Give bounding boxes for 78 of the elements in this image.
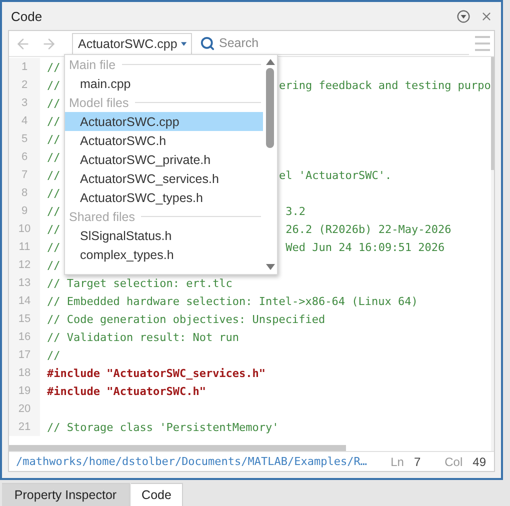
code-text: // xyxy=(47,60,60,74)
code-text: // xyxy=(47,222,60,236)
code-text: // xyxy=(47,114,60,128)
line-label: Ln xyxy=(390,454,404,468)
menu-item[interactable]: ActuatorSWC_types.h xyxy=(65,188,263,207)
code-text: // xyxy=(47,240,60,254)
code-text: #include "ActuatorSWC.h" xyxy=(47,384,206,398)
menu-item[interactable]: main.cpp xyxy=(65,74,263,93)
column-value: 49 xyxy=(472,454,486,468)
code-text: // xyxy=(47,168,60,182)
menu-icon[interactable] xyxy=(475,35,490,52)
search-icon[interactable] xyxy=(200,36,215,50)
code-text: // xyxy=(47,204,60,218)
code-text: // Validation result: Not run xyxy=(47,330,240,344)
file-dropdown[interactable]: ActuatorSWC.cpp xyxy=(72,32,192,54)
line-number: 5 xyxy=(9,130,40,148)
line-number: 17 xyxy=(9,346,40,364)
arrow-right-icon xyxy=(41,36,57,52)
line-number: 4 xyxy=(9,112,40,130)
line-number: 13 xyxy=(9,274,40,292)
code-text: // xyxy=(47,186,60,200)
line-number: 20 xyxy=(9,400,40,418)
code-text: // xyxy=(47,132,60,146)
menu-item[interactable]: ActuatorSWC.h xyxy=(65,131,263,150)
line-number: 10 xyxy=(9,220,40,238)
code-text: Wed Jun 24 16:09:51 2026 xyxy=(284,240,445,254)
line-number: 2 xyxy=(9,76,40,94)
file-path-link[interactable]: /mathworks/home/dstolber/Documents/MATLAB/Examples/R… xyxy=(16,455,381,468)
column-label: Col xyxy=(444,454,463,468)
scrollbar-thumb[interactable] xyxy=(490,57,494,170)
scroll-down-icon[interactable] xyxy=(266,264,274,270)
scroll-up-icon[interactable] xyxy=(266,59,274,65)
scrollbar-thumb[interactable] xyxy=(266,68,274,148)
code-text: // xyxy=(47,78,60,92)
line-number: 6 xyxy=(9,148,40,166)
menu-group-header: Shared files xyxy=(69,210,136,224)
caret-icon xyxy=(181,40,187,46)
line-number: 12 xyxy=(9,256,40,274)
code-text: // Target selection: ert.tlc xyxy=(47,276,232,290)
code-text: // Storage class 'PersistentMemory' xyxy=(47,420,279,434)
close-icon[interactable] xyxy=(480,10,493,22)
line-number: 14 xyxy=(9,292,40,310)
code-text: // xyxy=(47,96,60,110)
line-value: 7 xyxy=(414,454,421,468)
code-text: // xyxy=(47,348,60,362)
tab[interactable]: Property Inspector xyxy=(2,483,130,506)
line-number: 1 xyxy=(9,58,40,76)
line-number: 18 xyxy=(9,364,40,382)
line-number: 8 xyxy=(9,184,40,202)
line-number: 21 xyxy=(9,418,40,436)
code-text: // xyxy=(47,258,60,272)
code-text: 26.2 (R2026b) 22-May-2026 xyxy=(284,222,452,236)
code-text: // Code generation objectives: Unspecified xyxy=(47,312,326,326)
tab[interactable]: Code xyxy=(131,483,183,506)
line-number: 3 xyxy=(9,94,40,112)
line-number: 9 xyxy=(9,202,40,220)
line-number: 16 xyxy=(9,328,40,346)
menu-item[interactable]: complex_types.h xyxy=(65,245,263,264)
line-number: 7 xyxy=(9,166,40,184)
panel-title: Code xyxy=(11,8,44,24)
menu-item[interactable]: SlSignalStatus.h xyxy=(65,226,263,245)
code-text: #include "ActuatorSWC_services.h" xyxy=(47,366,266,380)
menu-item[interactable]: ActuatorSWC.cpp xyxy=(65,112,263,131)
code-text: ering feedback and testing purpo xyxy=(279,78,491,92)
vertical-scrollbar[interactable] xyxy=(490,57,494,451)
line-number: 19 xyxy=(9,382,40,400)
code-text: // Embedded hardware selection: Intel->x86-64 (Linux 64) xyxy=(47,294,418,308)
menu-item[interactable]: ActuatorSWC_services.h xyxy=(65,169,263,188)
dropdown-circle-icon[interactable] xyxy=(457,10,470,22)
line-number: 11 xyxy=(9,238,40,256)
code-text: el 'ActuatorSWC'. xyxy=(279,168,392,182)
code-text: // xyxy=(47,150,60,164)
horizontal-scrollbar[interactable] xyxy=(9,445,346,451)
menu-group-header: Model files xyxy=(69,96,129,110)
menu-item[interactable]: ActuatorSWC_private.h xyxy=(65,150,263,169)
line-number: 15 xyxy=(9,310,40,328)
menu-group-header: Main file xyxy=(69,58,116,72)
code-text: 3.2 xyxy=(284,204,306,218)
